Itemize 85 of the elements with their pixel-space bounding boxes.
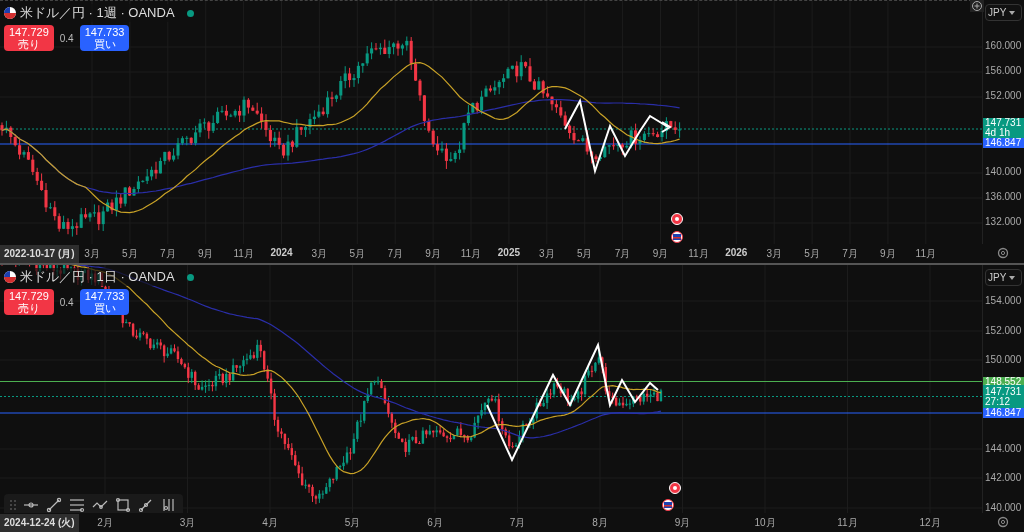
countdown-text: 27:12 [985,396,1012,407]
price-label: 152.000 [985,90,1022,101]
add-button[interactable] [970,0,984,12]
event-marker-icon[interactable] [669,482,681,494]
flag-icon [4,7,16,19]
time-label: 9月 [425,247,441,261]
time-label: 3月 [766,247,782,261]
time-label: 3月 [539,247,555,261]
time-label: 3月 [179,516,196,530]
time-label: 7月 [509,516,526,530]
countdown-text: 4d 1h [985,128,1012,138]
price-label: 142.000 [985,472,1022,483]
parallel-lines-icon[interactable] [69,497,85,513]
zigzag-line[interactable] [564,98,672,175]
zigzag-line[interactable] [486,341,659,463]
time-label: 9月 [197,247,214,261]
symbol-title[interactable]: 米ドル／円 · 1日 · OANDA [20,268,175,286]
time-label: 5月 [349,247,366,261]
price-label: 154.000 [985,295,1022,306]
time-label: 11月 [460,247,482,261]
time-label: 8月 [592,516,608,530]
price-value: 146.847 [985,408,1023,418]
price-label: 132.000 [985,216,1022,227]
time-label: 11月 [233,247,254,261]
price-label: 160.000 [985,40,1022,51]
time-label: 5月 [576,247,593,261]
flag-icon [4,271,16,283]
settings-icon[interactable] [997,516,1009,528]
spread-value: 0.4 [59,32,74,44]
time-label: 6月 [427,516,443,530]
time-label: 11月 [837,516,858,530]
time-label: 7月 [614,247,631,261]
trend-line-icon[interactable] [46,497,62,513]
time-label: 12月 [919,516,941,530]
date-badge: 2022-10-17 (月) [0,245,79,263]
time-label: 2024 [270,247,293,258]
price-value: 146.847 [985,138,1023,148]
flag-icon[interactable] [671,231,683,243]
price-label: 140.000 [985,502,1022,513]
time-label: 7月 [160,247,176,261]
plus-icon [972,1,982,11]
time-label: 2月 [97,516,113,530]
time-label: 3月 [311,247,328,261]
price-label: 150.000 [985,354,1022,365]
price-value: 147.731 [985,118,1023,128]
price-label: 136.000 [985,191,1022,202]
time-label: 9月 [652,247,669,261]
currency-dropdown[interactable]: JPY [985,269,1023,286]
price-label: 156.000 [985,65,1022,76]
time-label: 5月 [804,247,820,261]
time-label: 5月 [122,247,138,261]
time-label: 4月 [262,516,278,530]
price-label: 140.000 [985,166,1022,177]
fork-icon[interactable] [161,497,177,513]
time-label: 5月 [344,516,361,530]
time-label: 7月 [387,247,403,261]
rectangle-icon[interactable] [115,497,131,513]
time-label: 9月 [880,247,896,261]
time-label: 3月 [84,247,100,261]
time-label: 9月 [674,516,691,530]
line-segment-icon[interactable] [138,497,154,513]
currency-dropdown[interactable]: JPY [985,4,1023,21]
settings-icon[interactable] [997,247,1009,259]
buy-button[interactable]: 147.733 買い [79,25,130,51]
sell-button[interactable]: 147.729 売り [4,25,54,51]
symbol-title[interactable]: 米ドル／円 · 1週 · OANDA [20,4,175,22]
spread-value: 0.4 [59,296,74,308]
time-label: 10月 [754,516,776,530]
buy-button[interactable]: 147.733 買い [79,289,130,315]
price-value: 147.731 [985,386,1023,397]
time-label: 7月 [842,247,858,261]
time-label: 11月 [688,247,709,261]
drag-handle-icon[interactable] [10,499,16,511]
time-label: 2026 [725,247,748,258]
event-marker-icon[interactable] [671,213,683,225]
flag-icon[interactable] [662,499,674,511]
time-label: 2025 [497,247,520,258]
sell-button[interactable]: 147.729 売り [4,289,54,315]
date-badge: 2024-12-24 (火) [0,514,79,532]
price-label: 152.000 [985,325,1022,336]
caret-icon [1009,10,1016,15]
price-value: 148.552 [985,376,1023,387]
price-label: 144.000 [985,443,1022,454]
time-label: 11月 [915,247,936,261]
caret-icon [1009,275,1016,280]
